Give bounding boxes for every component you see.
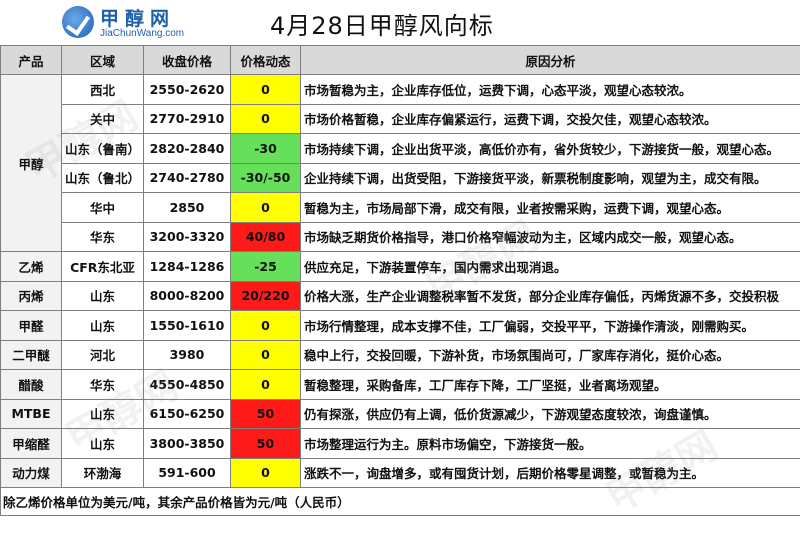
change-cell: 0 [230, 192, 301, 223]
col-header-change: 价格动态 [230, 45, 301, 75]
change-cell: -30 [230, 133, 301, 164]
product-cell: MTBE [0, 398, 62, 429]
price-cell: 6150-6250 [143, 398, 231, 429]
reason-cell: 仍有探涨，供应仍有上调，低价货源减少，下游观望态度较浓，询盘谨慎。 [300, 398, 800, 429]
table-row: MTBE 山东 6150-6250 50 仍有探涨，供应仍有上调，低价货源减少，下游观望… [0, 398, 800, 429]
region-cell: 山东（鲁南） [61, 133, 144, 164]
header: 甲醇网 JiaChunWang.com 4月28日甲醇风向标 [0, 0, 800, 45]
change-cell: 50 [230, 398, 301, 429]
price-cell: 3800-3850 [143, 428, 231, 459]
table-row: 醋酸 华东 4550-4850 0 暂稳整理，采购备库，工厂库存下降，工厂坚挺，业者离场… [0, 369, 800, 400]
change-cell: 0 [230, 369, 301, 400]
price-cell: 2550-2620 [143, 74, 231, 105]
product-cell: 动力煤 [0, 457, 62, 488]
price-cell: 3980 [143, 339, 231, 370]
change-cell: -30/-50 [230, 162, 301, 193]
table-row: 华中 2850 0 暂稳为主，市场局部下滑，成交有限，业者按需采购，运费下调，观望心态… [1, 192, 800, 223]
price-cell: 4550-4850 [143, 369, 231, 400]
change-cell: 0 [230, 310, 301, 341]
reason-cell: 价格大涨，生产企业调整税率暂不发货，部分企业库存偏低，丙烯货源不多，交投积极 [300, 280, 800, 311]
table-row: 华东 3200-3320 40/80 市场缺乏期货价格指导，港口价格窄幅波动为主，区域… [1, 221, 800, 252]
table-row: 甲缩醛 山东 3800-3850 50 市场整理运行为主。原料市场偏空，下游接货一般。 [0, 428, 800, 459]
table-row: 甲醇 西北 2550-2620 0 市场暂稳为主，企业库存低位，运费下调，心态平淡，观望… [0, 74, 800, 252]
change-cell: 0 [230, 339, 301, 370]
reason-cell: 暂稳为主，市场局部下滑，成交有限，业者按需采购，运费下调，观望心态。 [300, 192, 800, 223]
change-cell: -25 [230, 251, 301, 282]
col-header-product: 产品 [0, 45, 62, 75]
price-cell: 2850 [143, 192, 231, 223]
region-cell: 华东 [61, 221, 144, 252]
region-cell: 山东 [61, 280, 144, 311]
reason-cell: 市场价格暂稳，企业库存偏紧运行，运费下调，交投欠佳，观望心态较浓。 [300, 103, 800, 134]
reason-cell: 市场缺乏期货价格指导，港口价格窄幅波动为主，区域内成交一般，观望心态。 [300, 221, 800, 252]
region-cell: 河北 [61, 339, 144, 370]
footnote: 除乙烯价格单位为美元/吨，其余产品价格皆为元/吨（人民币） [0, 487, 800, 516]
change-cell: 40/80 [230, 221, 301, 252]
price-cell: 2740-2780 [143, 162, 231, 193]
reason-cell: 市场暂稳为主，企业库存低位，运费下调，心态平淡，观望心态较浓。 [300, 74, 800, 105]
region-cell: 华东 [61, 369, 144, 400]
reason-cell: 暂稳整理，采购备库，工厂库存下降，工厂坚挺，业者离场观望。 [300, 369, 800, 400]
table-row: 乙烯 CFR东北亚 1284-1286 -25 供应充足，下游装置停车，国内需求出现消退… [0, 251, 800, 282]
table-row: 动力煤 环渤海 591-600 0 涨跌不一，询盘增多，或有囤货计划，后期价格零星调整，… [0, 457, 800, 488]
table-row: 关中 2770-2910 0 市场价格暂稳，企业库存偏紧运行，运费下调，交投欠佳，观望… [1, 103, 800, 134]
change-cell: 50 [230, 428, 301, 459]
table-row: 山东（鲁南） 2820-2840 -30 市场持续下调，企业出货平淡，高低价亦有，省外… [1, 133, 800, 164]
region-cell: 西北 [61, 74, 144, 105]
price-cell: 1284-1286 [143, 251, 231, 282]
region-cell: 关中 [61, 103, 144, 134]
product-cell: 二甲醚 [0, 339, 62, 370]
table-row: 甲醛 山东 1550-1610 0 市场行情整理，成本支撑不佳，工厂偏弱，交投平平，下游… [0, 310, 800, 341]
logo-cn-text: 甲醇网 [100, 8, 176, 30]
region-cell: 环渤海 [61, 457, 144, 488]
reason-cell: 稳中上行，交投回暖，下游补货，市场氛围尚可，厂家库存消化，挺价心态。 [300, 339, 800, 370]
col-header-region: 区域 [61, 45, 144, 75]
reason-cell: 涨跌不一，询盘增多，或有囤货计划，后期价格零星调整，或暂稳为主。 [300, 457, 800, 488]
product-cell: 甲醇 [0, 74, 62, 252]
reason-cell: 企业持续下调，出货受阻，下游接货平淡，新票税制度影响，观望为主，成交有限。 [300, 162, 800, 193]
table-row: 二甲醚 河北 3980 0 稳中上行，交投回暖，下游补货，市场氛围尚可，厂家库存消化，挺… [0, 339, 800, 370]
reason-cell: 供应充足，下游装置停车，国内需求出现消退。 [300, 251, 800, 282]
table-header-row: 产品 区域 收盘价格 价格动态 原因分析 [0, 45, 800, 75]
reason-cell: 市场持续下调，企业出货平淡，高低价亦有，省外货较少，下游接货一般，观望心态。 [300, 133, 800, 164]
region-cell: 山东（鲁北） [61, 162, 144, 193]
change-cell: 0 [230, 74, 301, 105]
table-row: 丙烯 山东 8000-8200 20/220 价格大涨，生产企业调整税率暂不发货，部分企… [0, 280, 800, 311]
logo-en-text: JiaChunWang.com [100, 28, 185, 39]
page-title: 4月28日甲醇风向标 [270, 12, 494, 40]
region-cell: CFR东北亚 [61, 251, 144, 282]
region-cell: 山东 [61, 310, 144, 341]
logo[interactable]: 甲醇网 JiaChunWang.com [62, 4, 185, 42]
product-cell: 乙烯 [0, 251, 62, 282]
price-cell: 591-600 [143, 457, 231, 488]
footnote-row: 除乙烯价格单位为美元/吨，其余产品价格皆为元/吨（人民币） [0, 487, 800, 516]
price-table: 产品 区域 收盘价格 价格动态 原因分析 甲醇 西北 2550-2620 0 市场暂稳为… [0, 45, 800, 516]
price-cell: 3200-3320 [143, 221, 231, 252]
price-cell: 2770-2910 [143, 103, 231, 134]
change-cell: 20/220 [230, 280, 301, 311]
price-cell: 8000-8200 [143, 280, 231, 311]
product-cell: 甲醛 [0, 310, 62, 341]
reason-cell: 市场行情整理，成本支撑不佳，工厂偏弱，交投平平，下游操作清淡，刚需购买。 [300, 310, 800, 341]
reason-cell: 市场整理运行为主。原料市场偏空，下游接货一般。 [300, 428, 800, 459]
table-row: 山东（鲁北） 2740-2780 -30/-50 企业持续下调，出货受阻，下游接货平淡… [1, 162, 800, 193]
region-cell: 山东 [61, 428, 144, 459]
price-cell: 2820-2840 [143, 133, 231, 164]
change-cell: 0 [230, 457, 301, 488]
region-cell: 华中 [61, 192, 144, 223]
product-cell: 醋酸 [0, 369, 62, 400]
product-cell: 丙烯 [0, 280, 62, 311]
change-cell: 0 [230, 103, 301, 134]
col-header-reason: 原因分析 [300, 45, 800, 75]
page: 甲醇网 JiaChunWang.com 4月28日甲醇风向标 产品 区域 收盘价… [0, 0, 800, 547]
logo-mark-icon [62, 6, 94, 38]
price-cell: 1550-1610 [143, 310, 231, 341]
col-header-price: 收盘价格 [143, 45, 231, 75]
region-cell: 山东 [61, 398, 144, 429]
product-cell: 甲缩醛 [0, 428, 62, 459]
